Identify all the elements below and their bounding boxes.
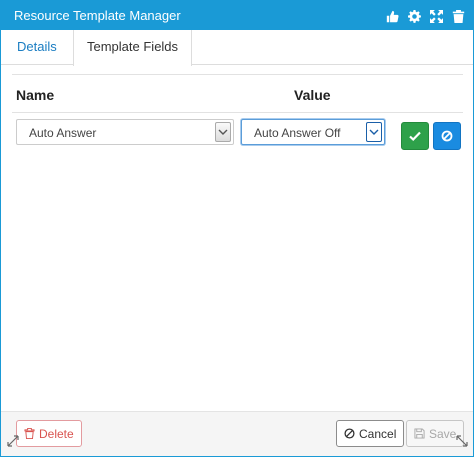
resize-handle-right-icon[interactable] — [456, 435, 468, 447]
trash-icon — [24, 428, 35, 439]
delete-button-label: Delete — [39, 426, 74, 441]
delete-button[interactable]: Delete — [16, 420, 82, 447]
footer-bar: Delete Cancel Save — [1, 411, 473, 456]
tab-details[interactable]: Details — [4, 30, 70, 65]
value-select-value: Auto Answer Off — [254, 126, 341, 140]
save-button-label: Save — [429, 426, 457, 441]
cancel-button-label: Cancel — [359, 426, 397, 441]
chevron-down-icon — [215, 122, 231, 142]
name-column-header: Name — [16, 87, 55, 103]
titlebar: Resource Template Manager — [1, 1, 473, 30]
expand-icon[interactable] — [429, 9, 443, 23]
ban-icon — [441, 130, 453, 142]
cancel-row-button[interactable] — [433, 122, 461, 150]
titlebar-actions — [385, 9, 465, 23]
floppy-disk-icon — [414, 428, 425, 439]
tab-template-fields[interactable]: Template Fields — [73, 30, 193, 66]
name-select-value: Auto Answer — [29, 126, 97, 140]
name-select[interactable]: Auto Answer — [16, 119, 234, 145]
gear-icon[interactable] — [407, 9, 421, 23]
checkmark-icon — [409, 131, 421, 142]
value-select[interactable]: Auto Answer Off — [241, 119, 385, 145]
header-divider-bottom — [12, 112, 463, 113]
window-title: Resource Template Manager — [14, 8, 181, 23]
tab-bar: Details Template Fields — [1, 30, 473, 66]
value-column-header: Value — [294, 87, 331, 103]
ban-icon — [344, 428, 355, 439]
cancel-button[interactable]: Cancel — [336, 420, 405, 447]
resize-handle-left-icon[interactable] — [7, 435, 19, 447]
confirm-row-button[interactable] — [401, 122, 429, 150]
header-divider-top — [12, 74, 463, 75]
chevron-down-icon — [366, 122, 382, 142]
resource-template-manager-window: Resource Template Manager Details Templa… — [0, 0, 474, 457]
trash-icon[interactable] — [451, 9, 465, 23]
thumbs-up-icon[interactable] — [385, 9, 399, 23]
